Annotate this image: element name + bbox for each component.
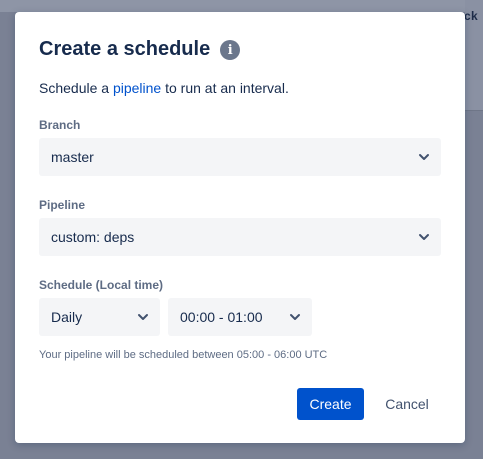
schedule-label: Schedule (Local time) (39, 278, 164, 292)
branch-select-value: master (51, 149, 94, 165)
branch-label: Branch (39, 118, 81, 132)
pipeline-label: Pipeline (39, 198, 86, 212)
interval-select[interactable]: Daily (39, 298, 160, 336)
background-header (0, 0, 483, 12)
cancel-button[interactable]: Cancel (373, 388, 441, 420)
pipeline-link[interactable]: pipeline (113, 80, 161, 96)
pipeline-select-value: custom: deps (51, 229, 135, 245)
description-prefix: Schedule a (39, 80, 113, 96)
create-button[interactable]: Create (297, 388, 364, 420)
background-partial-text: ck (464, 9, 478, 23)
chevron-down-icon (419, 154, 429, 160)
info-icon[interactable]: i (220, 40, 241, 60)
schedule-hint: Your pipeline will be scheduled between … (39, 349, 328, 361)
interval-select-value: Daily (51, 309, 83, 325)
chevron-down-icon (419, 234, 429, 240)
dialog-description: Schedule a pipeline to run at an interva… (39, 78, 289, 98)
description-suffix: to run at an interval. (161, 80, 289, 96)
dialog-header: Create a schedule i (39, 36, 241, 62)
chevron-down-icon (290, 314, 300, 320)
chevron-down-icon (138, 314, 148, 320)
time-window-select-value: 00:00 - 01:00 (180, 309, 263, 325)
dialog-title: Create a schedule (39, 38, 211, 60)
background-divider (465, 110, 483, 111)
time-window-select[interactable]: 00:00 - 01:00 (168, 298, 312, 336)
pipeline-select[interactable]: custom: deps (39, 218, 441, 256)
branch-select[interactable]: master (39, 138, 441, 176)
create-schedule-dialog: Create a schedule i Schedule a pipeline … (15, 12, 465, 443)
